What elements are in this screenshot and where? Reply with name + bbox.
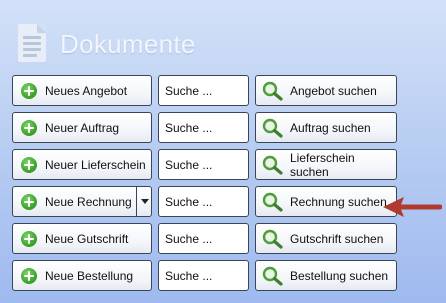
find-gutschrift-button[interactable]: Gutschrift suchen xyxy=(255,223,397,254)
new-rechnung-button[interactable]: Neue Rechnung xyxy=(12,186,152,217)
new-gutschrift-button[interactable]: Neue Gutschrift xyxy=(12,223,152,254)
plus-circle-icon xyxy=(21,193,37,210)
arrow-left-icon xyxy=(383,197,442,217)
find-angebot-label: Angebot suchen xyxy=(290,83,377,98)
new-lieferschein-button[interactable]: Neuer Lieferschein xyxy=(12,149,152,180)
find-lieferschein-button[interactable]: Lieferschein suchen xyxy=(255,149,397,180)
magnifier-icon xyxy=(262,192,283,212)
search-angebot-placeholder: Suche ... xyxy=(165,83,213,98)
plus-circle-icon xyxy=(21,156,37,173)
plus-circle-icon xyxy=(21,267,37,284)
plus-circle-icon xyxy=(21,82,37,99)
find-auftrag-label: Auftrag suchen xyxy=(290,120,371,135)
search-angebot-input[interactable]: Suche ... xyxy=(158,75,249,106)
search-bestellung-placeholder: Suche ... xyxy=(165,268,213,283)
page-header: Dokumente xyxy=(18,22,196,66)
magnifier-icon xyxy=(262,266,283,286)
search-lieferschein-placeholder: Suche ... xyxy=(165,157,213,172)
find-rechnung-label: Rechnung suchen xyxy=(290,194,387,209)
find-bestellung-button[interactable]: Bestellung suchen xyxy=(255,260,397,291)
new-auftrag-button[interactable]: Neuer Auftrag xyxy=(12,112,152,143)
new-bestellung-label: Neue Bestellung xyxy=(45,268,134,283)
chevron-down-icon xyxy=(140,199,149,204)
new-angebot-button[interactable]: Neues Angebot xyxy=(12,75,152,106)
search-gutschrift-input[interactable]: Suche ... xyxy=(158,223,249,254)
plus-circle-icon xyxy=(21,119,37,136)
find-auftrag-button[interactable]: Auftrag suchen xyxy=(255,112,397,143)
find-angebot-button[interactable]: Angebot suchen xyxy=(255,75,397,106)
search-rechnung-input[interactable]: Suche ... xyxy=(158,186,249,217)
find-rechnung-button[interactable]: Rechnung suchen xyxy=(255,186,397,217)
new-bestellung-button[interactable]: Neue Bestellung xyxy=(12,260,152,291)
search-bestellung-input[interactable]: Suche ... xyxy=(158,260,249,291)
search-auftrag-input[interactable]: Suche ... xyxy=(158,112,249,143)
magnifier-icon xyxy=(262,81,283,101)
magnifier-icon xyxy=(262,229,283,249)
magnifier-icon xyxy=(262,118,283,138)
magnifier-icon xyxy=(262,155,283,175)
search-rechnung-placeholder: Suche ... xyxy=(165,194,213,209)
search-auftrag-placeholder: Suche ... xyxy=(165,120,213,135)
document-icon xyxy=(18,24,50,64)
new-angebot-label: Neues Angebot xyxy=(45,83,128,98)
find-lieferschein-label: Lieferschein suchen xyxy=(290,150,355,179)
new-lieferschein-label: Neuer Lieferschein xyxy=(45,157,146,172)
page-title: Dokumente xyxy=(60,28,196,59)
plus-circle-icon xyxy=(21,230,37,247)
new-auftrag-label: Neuer Auftrag xyxy=(45,120,120,135)
new-rechnung-dropdown-toggle[interactable] xyxy=(136,187,152,216)
search-lieferschein-input[interactable]: Suche ... xyxy=(158,149,249,180)
find-bestellung-label: Bestellung suchen xyxy=(290,268,389,283)
search-gutschrift-placeholder: Suche ... xyxy=(165,231,213,246)
new-gutschrift-label: Neue Gutschrift xyxy=(45,231,129,246)
find-gutschrift-label: Gutschrift suchen xyxy=(290,231,384,246)
new-rechnung-label: Neue Rechnung xyxy=(45,194,132,209)
